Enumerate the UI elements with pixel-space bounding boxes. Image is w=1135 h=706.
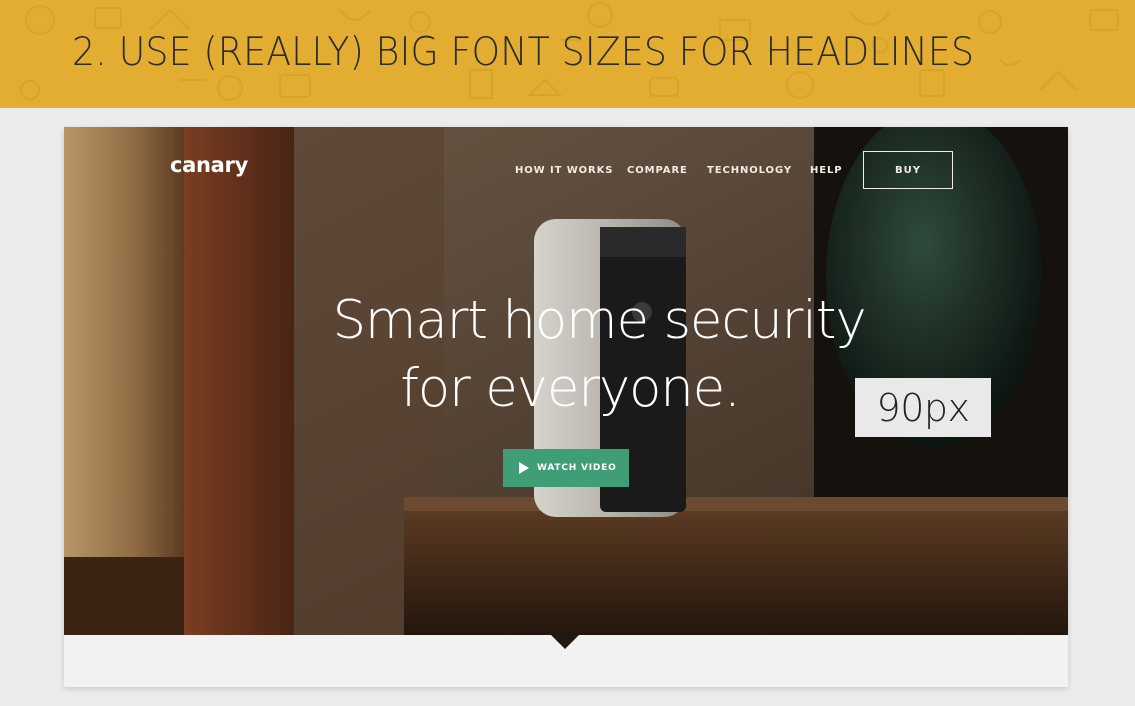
slide-title: 2. USE (REALLY) BIG FONT SIZES FOR HEADL… (72, 30, 975, 75)
watch-video-label: WATCH VIDEO (537, 463, 617, 473)
canary-logo[interactable]: canary (170, 153, 248, 177)
nav-how-it-works[interactable]: HOW IT WORKS (515, 165, 613, 176)
nav-compare[interactable]: COMPARE (627, 165, 688, 176)
headline-line-2: for everyone. (400, 358, 741, 419)
buy-button[interactable]: BUY (863, 151, 953, 189)
hero-section: canary HOW IT WORKS COMPARE TECHNOLOGY H… (64, 127, 1068, 635)
website-screenshot: canary HOW IT WORKS COMPARE TECHNOLOGY H… (64, 127, 1068, 687)
font-size-annotation: 90px (855, 378, 991, 437)
hero-headline: Smart home security for everyone. (264, 287, 934, 423)
play-icon (519, 462, 529, 474)
nav-technology[interactable]: TECHNOLOGY (707, 165, 792, 176)
watch-video-button[interactable]: WATCH VIDEO (503, 449, 629, 487)
section-pointer (551, 635, 579, 649)
headline-line-1: Smart home security (332, 290, 866, 351)
nav-help[interactable]: HELP (810, 165, 843, 176)
slide-header: 2. USE (REALLY) BIG FONT SIZES FOR HEADL… (0, 0, 1135, 108)
